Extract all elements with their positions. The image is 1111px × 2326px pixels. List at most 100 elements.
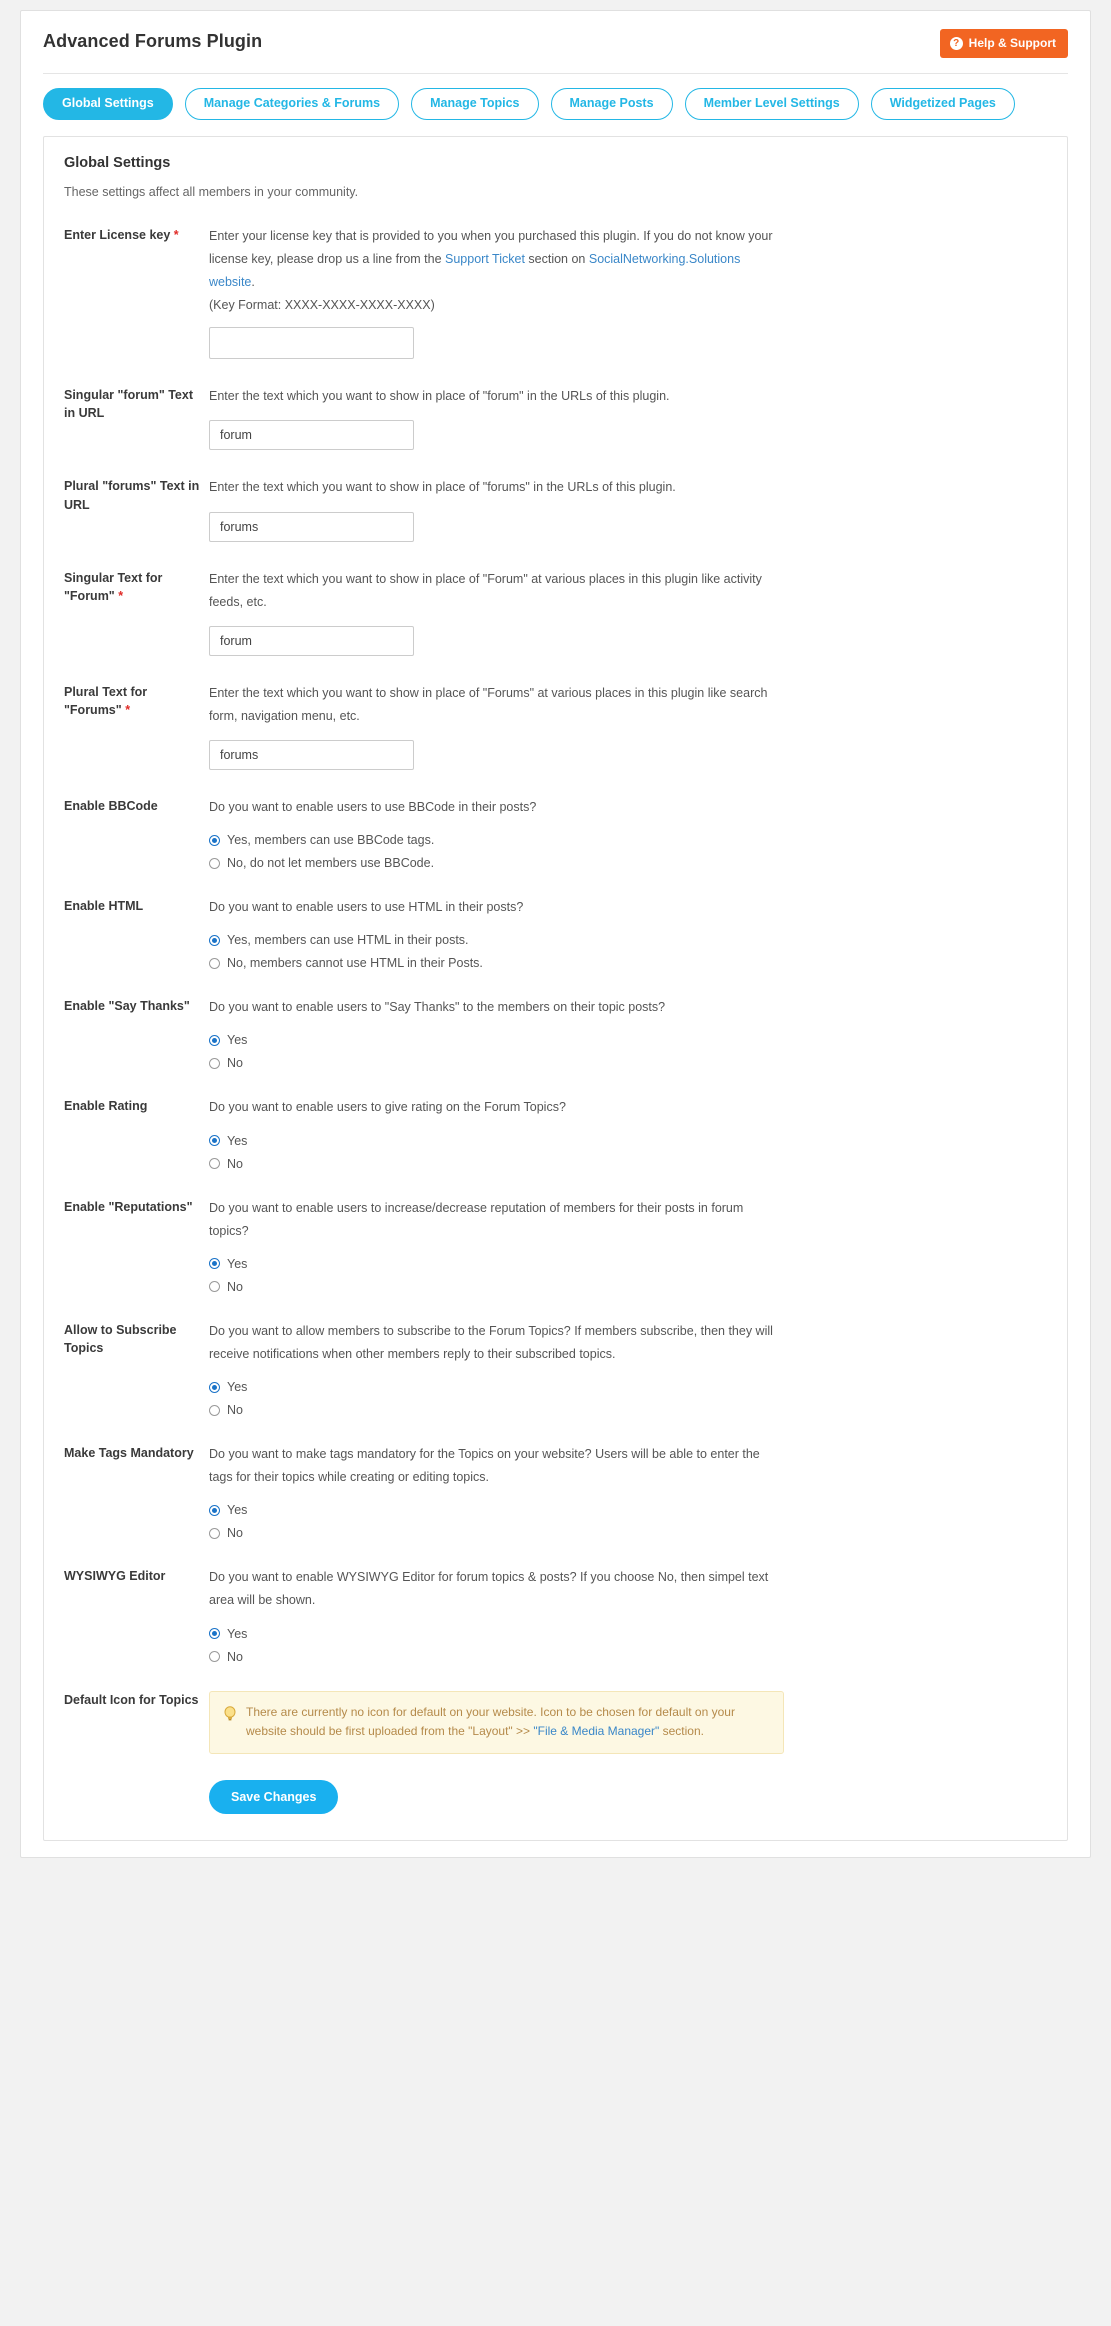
radio-label: No, do not let members use BBCode. [227, 856, 435, 871]
singular-url-input[interactable] [209, 420, 414, 451]
radio-icon[interactable] [209, 1404, 220, 1416]
radio-icon[interactable] [209, 1158, 220, 1169]
setting-row-license: Enter License key * Enter your license k… [64, 225, 1047, 360]
radio-option-reputations-no[interactable]: No [209, 1280, 1047, 1294]
page-title: Advanced Forums Plugin [43, 31, 263, 51]
radio-icon[interactable] [209, 1527, 220, 1539]
setting-desc-reputations: Do you want to enable users to increase/… [209, 1200, 744, 1238]
support-ticket-link[interactable]: Support Ticket [445, 252, 525, 266]
radio-option-say-thanks-yes[interactable]: Yes [209, 1033, 1047, 1047]
setting-label-subscribe: Allow to Subscribe Topics [64, 1322, 177, 1355]
radio-label: Yes [227, 1033, 248, 1048]
radio-icon[interactable] [209, 1651, 220, 1662]
radio-label: No [227, 1056, 243, 1071]
radio-icon[interactable] [209, 1504, 220, 1516]
radio-icon[interactable] [209, 857, 220, 869]
radio-option-subscribe-no[interactable]: No [209, 1403, 1047, 1417]
radio-label: Yes, members can use BBCode tags. [227, 833, 435, 848]
radio-label: No [227, 1279, 243, 1294]
radio-label: No, members cannot use HTML in their Pos… [227, 956, 483, 971]
radio-icon[interactable] [209, 1628, 220, 1639]
radio-group-subscribe: Yes No [209, 1380, 1047, 1417]
save-changes-button[interactable]: Save Changes [209, 1779, 339, 1814]
setting-row-subscribe: Allow to Subscribe Topics Do you want to… [64, 1320, 1047, 1417]
setting-desc-singular-text: Enter the text which you want to show in… [209, 571, 762, 609]
radio-label: No [227, 1526, 243, 1541]
tab-member-level-settings[interactable]: Member Level Settings [684, 88, 859, 120]
setting-label-tags-mandatory: Make Tags Mandatory [64, 1446, 194, 1460]
setting-label-license: Enter License key * [64, 227, 179, 242]
setting-label-bbcode: Enable BBCode [64, 799, 158, 813]
radio-icon[interactable] [209, 1034, 220, 1046]
setting-label-singular-text: Singular Text for "Forum" * [64, 570, 163, 603]
radio-group-rating: Yes No [209, 1134, 1047, 1171]
radio-icon[interactable] [209, 1381, 220, 1393]
default-icon-notice-text: There are currently no icon for default … [246, 1704, 735, 1738]
setting-row-bbcode: Enable BBCode Do you want to enable user… [64, 796, 1047, 870]
setting-label-plural-url: Plural "forums" Text in URL [64, 479, 200, 512]
required-marker: * [173, 227, 179, 242]
setting-row-wysiwyg: WYSIWYG Editor Do you want to enable WYS… [64, 1566, 1047, 1663]
radio-label: Yes [227, 1503, 248, 1518]
license-key-input[interactable] [209, 327, 414, 360]
tab-manage-posts[interactable]: Manage Posts [550, 88, 673, 120]
plural-text-input[interactable] [209, 740, 414, 770]
radio-option-tags-mandatory-no[interactable]: No [209, 1526, 1047, 1540]
setting-label-wysiwyg: WYSIWYG Editor [64, 1569, 166, 1584]
radio-icon[interactable] [209, 1281, 220, 1293]
save-section: Save Changes [64, 1779, 1047, 1814]
setting-desc-say-thanks: Do you want to enable users to "Say Than… [209, 1000, 666, 1015]
global-settings-panel: Global Settings These settings affect al… [43, 135, 1068, 1841]
setting-row-tags-mandatory: Make Tags Mandatory Do you want to make … [64, 1443, 1047, 1540]
radio-group-bbcode: Yes, members can use BBCode tags. No, do… [209, 833, 1047, 870]
tab-widgetized-pages[interactable]: Widgetized Pages [870, 88, 1015, 120]
help-support-button[interactable]: ? Help & Support [939, 29, 1068, 58]
radio-option-wysiwyg-no[interactable]: No [209, 1650, 1047, 1664]
setting-row-default-icon: Default Icon for Topics There are curren… [64, 1690, 1047, 1754]
setting-label-rating: Enable Rating [64, 1099, 148, 1114]
radio-group-html: Yes, members can use HTML in their posts… [209, 933, 1047, 970]
plugin-admin-card: Advanced Forums Plugin ? Help & Support … [20, 10, 1091, 1858]
radio-icon[interactable] [209, 1057, 220, 1069]
tab-global-settings[interactable]: Global Settings [43, 88, 173, 120]
radio-option-wysiwyg-yes[interactable]: Yes [209, 1627, 1047, 1641]
radio-icon[interactable] [209, 934, 220, 946]
tab-manage-topics[interactable]: Manage Topics [411, 88, 539, 120]
plural-url-input[interactable] [209, 511, 414, 542]
help-support-label: Help & Support [968, 36, 1056, 50]
file-media-manager-link[interactable]: "File & Media Manager" [533, 1724, 659, 1738]
radio-option-say-thanks-no[interactable]: No [209, 1056, 1047, 1070]
header-divider [43, 73, 1068, 74]
radio-group-wysiwyg: Yes No [209, 1627, 1047, 1664]
required-marker: * [125, 702, 131, 717]
singular-text-input[interactable] [209, 625, 414, 656]
radio-option-rating-yes[interactable]: Yes [209, 1134, 1047, 1148]
radio-option-html-no[interactable]: No, members cannot use HTML in their Pos… [209, 956, 1047, 970]
setting-row-singular-url: Singular "forum" Text in URL Enter the t… [64, 385, 1047, 451]
setting-row-html: Enable HTML Do you want to enable users … [64, 896, 1047, 970]
setting-desc-plural-url: Enter the text which you want to show in… [209, 480, 676, 495]
setting-desc-html: Do you want to enable users to use HTML … [209, 900, 524, 915]
radio-option-subscribe-yes[interactable]: Yes [209, 1380, 1047, 1394]
setting-label-plural-text: Plural Text for "Forums" * [64, 684, 148, 717]
setting-row-rating: Enable Rating Do you want to enable user… [64, 1096, 1047, 1170]
setting-desc-rating: Do you want to enable users to give rati… [209, 1100, 566, 1115]
tab-manage-categories-forums[interactable]: Manage Categories & Forums [184, 88, 400, 120]
setting-desc-tags-mandatory: Do you want to make tags mandatory for t… [209, 1447, 760, 1485]
radio-icon[interactable] [209, 1135, 220, 1146]
radio-icon[interactable] [209, 957, 220, 969]
tab-bar: Global Settings Manage Categories & Foru… [43, 88, 1068, 120]
radio-option-bbcode-no[interactable]: No, do not let members use BBCode. [209, 856, 1047, 870]
setting-row-singular-text: Singular Text for "Forum" * Enter the te… [64, 568, 1047, 656]
radio-option-bbcode-yes[interactable]: Yes, members can use BBCode tags. [209, 833, 1047, 847]
question-circle-icon: ? [949, 36, 963, 50]
radio-icon[interactable] [209, 1258, 220, 1270]
radio-label: No [227, 1649, 243, 1664]
radio-option-html-yes[interactable]: Yes, members can use HTML in their posts… [209, 933, 1047, 947]
radio-option-tags-mandatory-yes[interactable]: Yes [209, 1503, 1047, 1517]
radio-option-reputations-yes[interactable]: Yes [209, 1257, 1047, 1271]
radio-option-rating-no[interactable]: No [209, 1157, 1047, 1171]
panel-title: Global Settings [64, 154, 171, 171]
setting-desc-plural-text: Enter the text which you want to show in… [209, 685, 768, 723]
radio-icon[interactable] [209, 834, 220, 846]
